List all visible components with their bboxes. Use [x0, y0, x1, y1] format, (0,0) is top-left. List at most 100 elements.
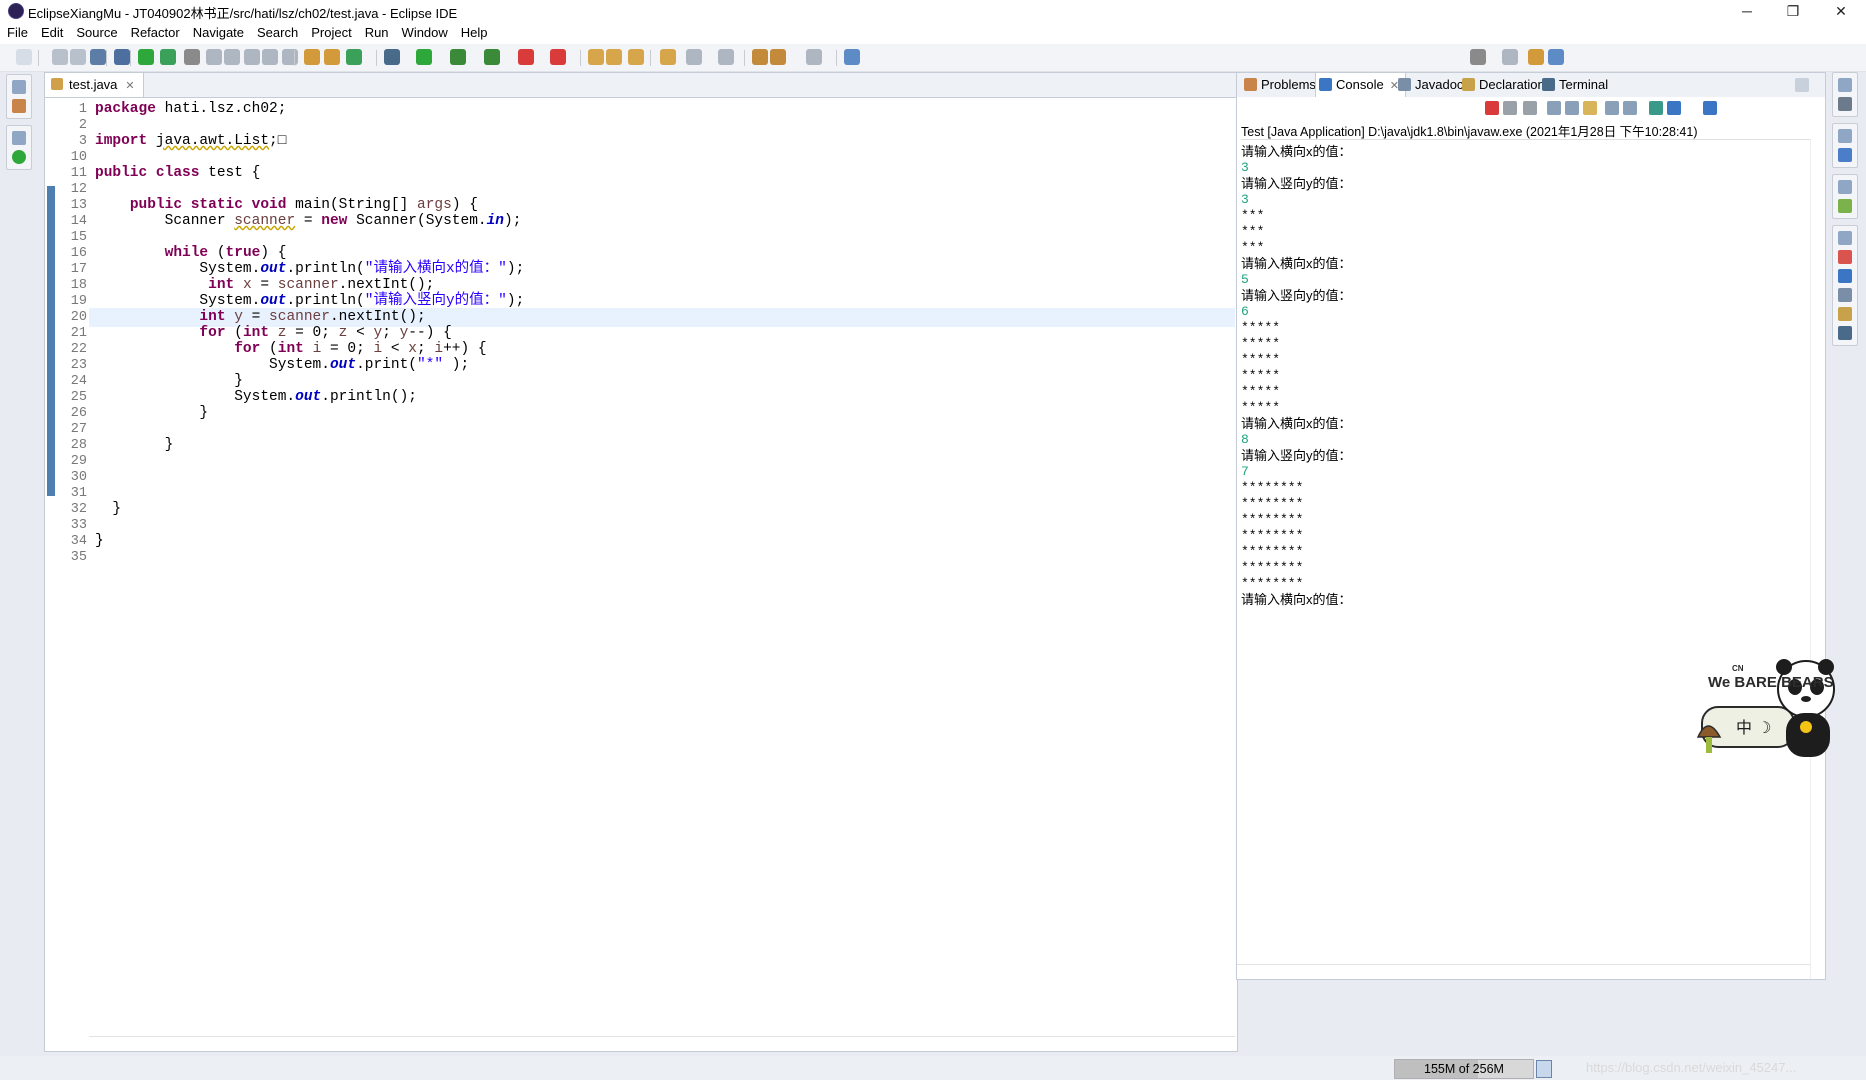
- new-icon[interactable]: [16, 49, 32, 65]
- minimize-view-icon[interactable]: [1795, 78, 1809, 92]
- step-over-icon[interactable]: [224, 49, 240, 65]
- bear-sticker: We BARE BEARS CN 中 ☽: [1696, 659, 1835, 757]
- restore-icon[interactable]: [1838, 129, 1852, 143]
- pilcrow-icon[interactable]: [282, 49, 298, 65]
- stop-icon[interactable]: [518, 49, 534, 65]
- global-search-icon[interactable]: [1470, 49, 1486, 65]
- task-list-icon[interactable]: [1838, 97, 1852, 111]
- restore-icon[interactable]: [1838, 180, 1852, 194]
- javadoc-icon[interactable]: [1838, 288, 1852, 302]
- console-output[interactable]: 请输入横向x的值： 3 请输入竖向y的值： 3 *** *** *** 请输入横向x的值： 5 请…: [1241, 139, 1811, 896]
- tab-terminal[interactable]: Terminal: [1539, 73, 1608, 97]
- tab-test-java[interactable]: test.java ✕: [45, 73, 144, 97]
- java-perspective-icon[interactable]: [1548, 49, 1564, 65]
- code-text[interactable]: package hati.lsz.ch02; import java.awt.Li…: [89, 98, 1235, 1050]
- code-token: <: [347, 325, 374, 341]
- remove-launch-icon[interactable]: [1503, 101, 1517, 115]
- editor-horizontal-scrollbar[interactable]: [89, 1036, 1235, 1051]
- ime-indicator[interactable]: 中 ☽: [1736, 718, 1771, 737]
- right-trim-group-4: [1832, 225, 1858, 346]
- garbage-collect-icon[interactable]: [1536, 1060, 1552, 1078]
- show-stderr-icon[interactable]: [1623, 101, 1637, 115]
- java-ee-perspective-icon[interactable]: [1528, 49, 1544, 65]
- console-vertical-scrollbar[interactable]: [1810, 139, 1825, 979]
- terminal-icon[interactable]: [1838, 326, 1852, 340]
- restore-icon[interactable]: [12, 131, 26, 145]
- perspective-switch-icon[interactable]: [1502, 49, 1518, 65]
- code-token: int: [199, 309, 226, 325]
- menu-file[interactable]: File: [0, 22, 34, 40]
- tab-problems[interactable]: Problems: [1241, 73, 1316, 97]
- code-token: =: [295, 213, 322, 229]
- refresh-icon[interactable]: [160, 49, 176, 65]
- menu-source[interactable]: Source: [69, 22, 123, 40]
- ant-icon[interactable]: [550, 49, 566, 65]
- code-token: while: [164, 245, 209, 261]
- word-wrap-icon[interactable]: [1583, 101, 1597, 115]
- restore-icon[interactable]: [1838, 231, 1852, 245]
- toolbar-separator: [130, 50, 131, 66]
- open-type-icon[interactable]: [304, 49, 320, 65]
- heap-status[interactable]: 155M of 256M: [1394, 1059, 1534, 1079]
- save-icon[interactable]: [52, 49, 68, 65]
- folder-open-icon[interactable]: [588, 49, 604, 65]
- close-icon[interactable]: ✕: [125, 80, 134, 92]
- menu-window[interactable]: Window: [395, 22, 454, 40]
- run-icon[interactable]: [416, 49, 432, 65]
- display-console-icon[interactable]: [1667, 101, 1681, 115]
- close-button[interactable]: ✕: [1818, 0, 1864, 22]
- console-icon[interactable]: [1838, 269, 1852, 283]
- open-console-icon[interactable]: [90, 49, 106, 65]
- clear-console-icon[interactable]: [1547, 101, 1561, 115]
- back-icon[interactable]: [752, 49, 768, 65]
- outline-icon[interactable]: [12, 150, 26, 164]
- menu-refactor[interactable]: Refactor: [124, 22, 186, 40]
- save-all-icon[interactable]: [70, 49, 86, 65]
- folder-icon[interactable]: [606, 49, 622, 65]
- package-explorer-icon[interactable]: [12, 99, 26, 113]
- menu-project[interactable]: Project: [304, 22, 357, 40]
- declaration-icon[interactable]: [1838, 307, 1852, 321]
- search-refs-icon[interactable]: [184, 49, 200, 65]
- menu-edit[interactable]: Edit: [34, 22, 69, 40]
- skip-breakpoints-icon[interactable]: [114, 49, 130, 65]
- restore-button[interactable]: ❐: [1770, 0, 1816, 22]
- forward-icon[interactable]: [770, 49, 786, 65]
- prev-annotation-icon[interactable]: [718, 49, 734, 65]
- new-java-class-icon[interactable]: [346, 49, 362, 65]
- open-perspective-icon[interactable]: [844, 49, 860, 65]
- restore-icon[interactable]: [1838, 78, 1852, 92]
- console-horizontal-scrollbar[interactable]: [1237, 964, 1811, 979]
- external-tools-icon[interactable]: [484, 49, 500, 65]
- remove-all-icon[interactable]: [1523, 101, 1537, 115]
- debug-run-icon[interactable]: [384, 49, 400, 65]
- menu-navigate[interactable]: Navigate: [186, 22, 250, 40]
- step-return-icon[interactable]: [244, 49, 260, 65]
- scroll-lock-icon[interactable]: [1565, 101, 1579, 115]
- menu-search[interactable]: Search: [250, 22, 304, 40]
- menu-run[interactable]: Run: [358, 22, 395, 40]
- task-icon[interactable]: [660, 49, 676, 65]
- tab-javadoc[interactable]: Javadoc: [1395, 73, 1463, 97]
- problems-icon[interactable]: [1838, 250, 1852, 264]
- next-annotation-icon[interactable]: [686, 49, 702, 65]
- menu-help[interactable]: Help: [454, 22, 494, 40]
- step-icon[interactable]: [206, 49, 222, 65]
- tab-declaration[interactable]: Declaration: [1459, 73, 1545, 97]
- nav-back-icon[interactable]: [806, 49, 822, 65]
- open-console-icon[interactable]: [1703, 101, 1717, 115]
- coverage-icon[interactable]: [450, 49, 466, 65]
- minimize-button[interactable]: ─: [1724, 0, 1770, 22]
- declaration-icon: [1462, 78, 1475, 91]
- restore-icon[interactable]: [12, 80, 26, 94]
- debug-icon[interactable]: [138, 49, 154, 65]
- outline-icon[interactable]: [1838, 148, 1852, 162]
- tab-console[interactable]: Console ✕: [1315, 73, 1406, 97]
- suspend-icon[interactable]: [262, 49, 278, 65]
- pin-console-icon[interactable]: [1649, 101, 1663, 115]
- spring-icon[interactable]: [1838, 199, 1852, 213]
- search-icon[interactable]: [628, 49, 644, 65]
- terminate-icon[interactable]: [1485, 101, 1499, 115]
- open-task-icon[interactable]: [324, 49, 340, 65]
- show-stdout-icon[interactable]: [1605, 101, 1619, 115]
